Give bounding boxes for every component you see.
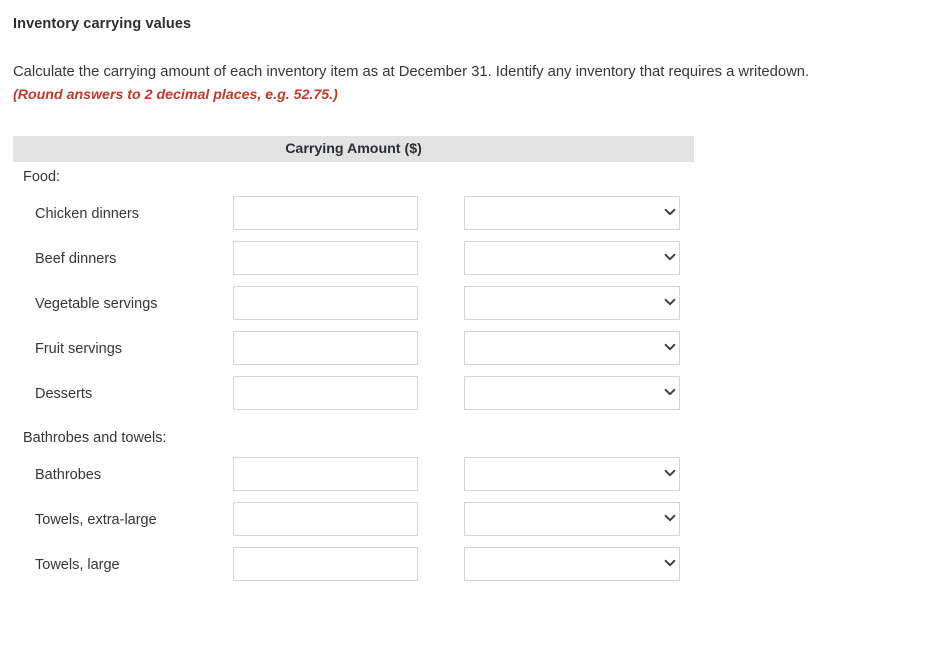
writedown-select-chicken-dinners[interactable] [464,196,680,230]
writedown-select-wrapper-chicken-dinners [13,192,694,237]
writedown-select-desserts[interactable] [464,376,680,410]
writedown-select-wrapper-towels-extra-large [13,498,694,543]
writedown-select-wrapper-towels-large [13,543,694,588]
instruction-text: Calculate the carrying amount of each in… [13,64,810,80]
rounding-note: (Round answers to 2 decimal places, e.g.… [13,87,338,103]
writedown-select-towels-extra-large[interactable] [464,502,680,536]
table-row: Beef dinners [13,237,694,282]
table-row: Bathrobes [13,453,694,498]
writedown-select-wrapper-bathrobes [13,453,694,498]
writedown-select-bathrobes[interactable] [464,457,680,491]
question-page: Inventory carrying values Calculate the … [0,0,946,645]
column-header-carrying-amount: Carrying Amount ($) [13,136,694,162]
writedown-select-wrapper-beef-dinners [13,237,694,282]
table-row: Vegetable servings [13,282,694,327]
table-row: Chicken dinners [13,192,694,237]
writedown-select-wrapper-desserts [13,372,694,417]
writedown-select-wrapper-vegetable-servings [13,282,694,327]
writedown-select-fruit-servings[interactable] [464,331,680,365]
table-row: Desserts [13,372,694,417]
table-row: Fruit servings [13,327,694,372]
instructions-block: Calculate the carrying amount of each in… [13,62,943,106]
writedown-select-vegetable-servings[interactable] [464,286,680,320]
group-label-bathrobes-and-towels: Bathrobes and towels: [23,430,167,446]
table-row: Towels, large [13,543,694,588]
table-row: Towels, extra-large [13,498,694,543]
writedown-select-towels-large[interactable] [464,547,680,581]
group-label-food: Food: [23,169,61,185]
page-title: Inventory carrying values [13,16,192,32]
inventory-table: Carrying Amount ($) Food: Chicken dinner… [13,136,694,588]
writedown-select-beef-dinners[interactable] [464,241,680,275]
writedown-select-wrapper-fruit-servings [13,327,694,372]
